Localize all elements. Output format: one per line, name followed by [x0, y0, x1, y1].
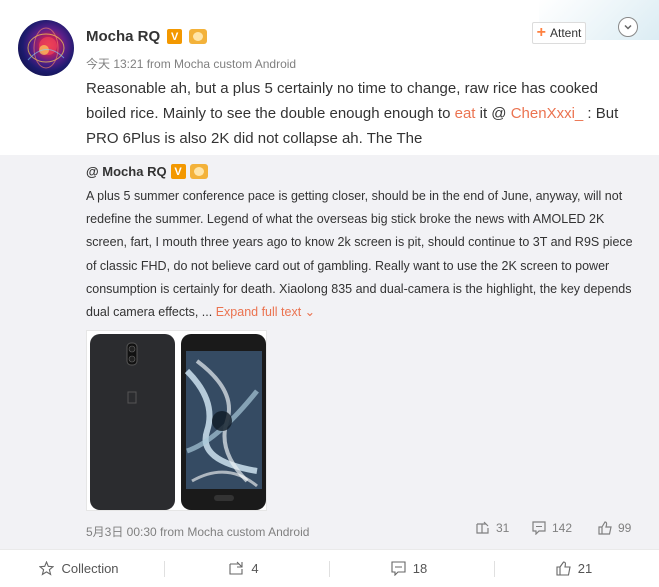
post-text: Reasonable ah, but a plus 5 certainly no…: [86, 76, 641, 151]
collection-label: Collection: [61, 561, 119, 576]
phone-photo: [87, 331, 266, 510]
action-bar: Collection 4 18 21: [0, 549, 659, 587]
comment-button[interactable]: 18: [330, 550, 488, 587]
verified-badge-icon: V: [167, 29, 183, 44]
follow-label: Attent: [549, 26, 582, 40]
quoted-comment-count: 142: [552, 521, 573, 535]
quoted-body: A plus 5 summer conference pace is getti…: [86, 189, 633, 320]
comment-icon: [532, 521, 546, 535]
eat-link[interactable]: eat: [455, 105, 476, 122]
member-crown-icon: [189, 164, 208, 179]
expand-full-text-link[interactable]: Expand full text ⌄: [216, 305, 315, 319]
comment-icon: [391, 561, 406, 576]
author-name[interactable]: Mocha RQ: [86, 28, 160, 45]
author-row: Mocha RQ V: [86, 28, 208, 45]
post-text-part2: it @: [475, 105, 511, 122]
more-options-chevron-icon[interactable]: [618, 17, 638, 37]
follow-button[interactable]: + Attent: [532, 22, 586, 44]
like-count: 21: [577, 561, 593, 576]
verified-badge-icon: V: [170, 164, 186, 179]
quoted-repost-button[interactable]: 31: [476, 521, 509, 535]
chevron-down-icon: ⌄: [304, 305, 316, 320]
avatar[interactable]: [18, 20, 74, 76]
forward-icon: [229, 561, 243, 575]
collection-button[interactable]: Collection: [0, 550, 158, 587]
plus-icon: +: [536, 24, 546, 41]
post-meta: 今天 13:21 from Mocha custom Android: [86, 57, 297, 71]
avatar-image: [27, 27, 65, 69]
forward-count: 4: [251, 561, 259, 576]
expand-label: Expand full text: [215, 305, 302, 320]
quoted-repost-count: 31: [496, 521, 510, 535]
repost-icon: [476, 521, 489, 534]
like-icon: [556, 561, 571, 576]
quoted-author-row: @ Mocha RQ V: [86, 164, 208, 179]
comment-count: 18: [412, 561, 428, 576]
like-button[interactable]: 21: [495, 550, 653, 587]
forward-button[interactable]: 4: [165, 550, 323, 587]
like-icon: [598, 521, 612, 535]
member-crown-icon: [189, 29, 208, 44]
phone-image[interactable]: [86, 330, 267, 511]
quoted-like-count: 99: [618, 521, 632, 535]
quoted-like-button[interactable]: 99: [598, 521, 631, 535]
quoted-comment-button[interactable]: 142: [532, 521, 572, 535]
quoted-post: @ Mocha RQ V A plus 5 summer conference …: [0, 155, 659, 549]
mention-link[interactable]: ChenXxxi_: [511, 105, 584, 122]
quoted-meta: 5月3日 00:30 from Mocha custom Android: [86, 525, 310, 539]
quoted-author-name[interactable]: @ Mocha RQ: [86, 164, 167, 179]
star-icon: [39, 561, 55, 576]
quoted-text: A plus 5 summer conference pace is getti…: [86, 185, 641, 324]
